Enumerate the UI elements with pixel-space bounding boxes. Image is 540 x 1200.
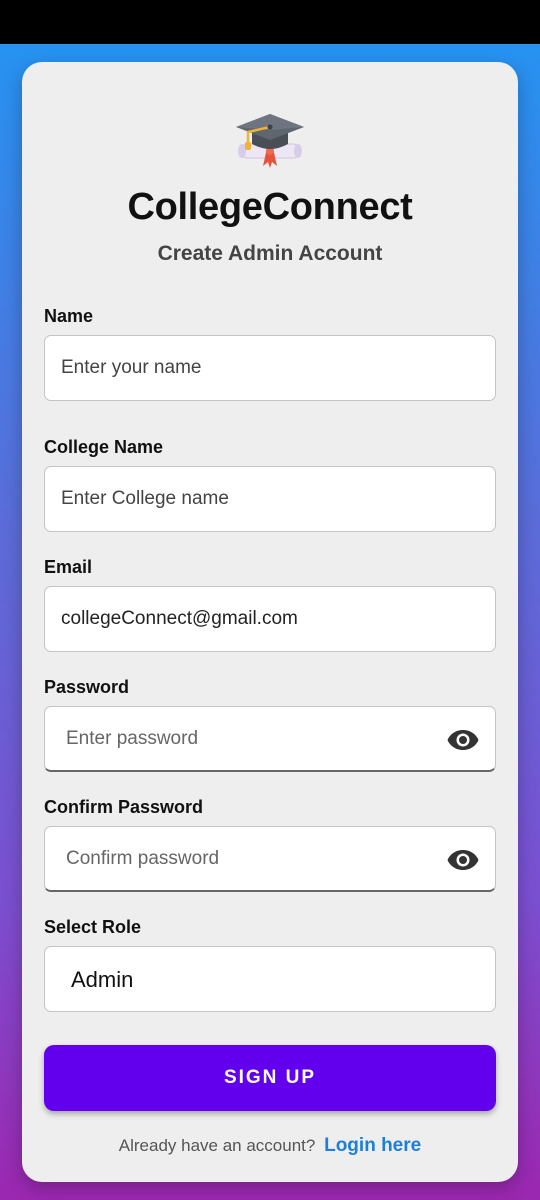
role-label: Select Role [44,917,142,937]
role-select[interactable]: Admin [44,946,496,1012]
confirm-password-label: Confirm Password [44,797,204,817]
password-label: Password [44,677,130,697]
role-selected-value: Admin [71,967,134,992]
confirm-password-field-container [44,826,496,892]
college-name-field-container [44,466,496,532]
login-prompt-row: Already have an account? Login here [22,1135,518,1157]
email-label: Email [44,557,93,577]
graduation-cap-icon [236,114,304,168]
status-bar [0,0,540,44]
name-label: Name [44,306,94,326]
password-input[interactable] [45,707,495,770]
signup-card: CollegeConnect Create Admin Account Name… [22,62,518,1182]
login-prompt-text: Already have an account? [118,1136,316,1155]
name-field-container [44,335,496,401]
page-subtitle: Create Admin Account [157,242,383,265]
college-name-label: College Name [44,437,164,457]
name-input[interactable] [45,336,495,400]
app-title: CollegeConnect [127,186,413,228]
eye-icon[interactable] [447,846,479,874]
signup-button[interactable]: SIGN UP [44,1045,496,1111]
eye-icon[interactable] [447,726,479,754]
password-field-container [44,706,496,772]
email-input[interactable] [45,587,495,651]
college-name-input[interactable] [45,467,495,531]
email-field-container [44,586,496,652]
login-link[interactable]: Login here [324,1135,421,1156]
confirm-password-input[interactable] [45,827,495,890]
